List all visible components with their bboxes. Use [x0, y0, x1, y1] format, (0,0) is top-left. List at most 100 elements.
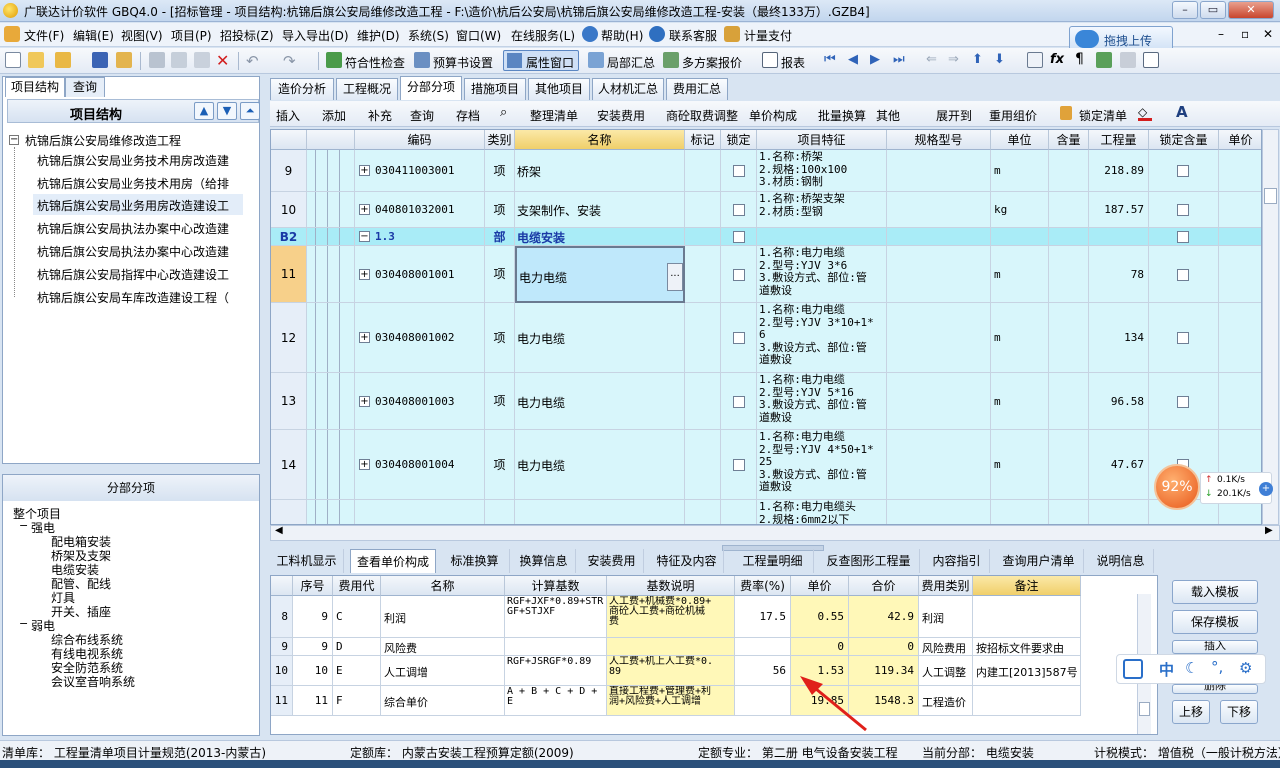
- table-row[interactable]: 12 +030408001002 项电力电缆 1.名称:电力电缆 2.型号:YJV 3*…: [271, 303, 1261, 373]
- composition-header-cell[interactable]: 费用代号: [333, 576, 381, 613]
- row-number[interactable]: 12: [271, 303, 307, 373]
- tree-item-unit-selected[interactable]: 杭锦后旗公安局业务用房改造建设工: [37, 197, 229, 214]
- grid-cell[interactable]: [721, 500, 757, 524]
- grid-cell[interactable]: −1.3: [355, 228, 485, 246]
- lock-composite-checkbox[interactable]: [733, 204, 745, 216]
- grid-cell[interactable]: [307, 373, 355, 430]
- grid-cell[interactable]: 电缆安装: [515, 228, 685, 246]
- list-icon[interactable]: [1143, 52, 1159, 68]
- add-menu[interactable]: 添加: [322, 107, 346, 124]
- division-item[interactable]: 开关、插座: [51, 603, 111, 620]
- move-down-icon[interactable]: ⬇: [994, 52, 1005, 67]
- report-button[interactable]: 报表: [781, 54, 805, 71]
- paragraph-icon[interactable]: ¶: [1075, 51, 1084, 67]
- composition-header-cell[interactable]: [271, 576, 293, 596]
- grid-cell[interactable]: 1.名称:桥架 2.规格:100x100 3.材质:钢制: [757, 150, 887, 192]
- grid-header-cell[interactable]: 工程量: [1089, 130, 1149, 150]
- lock-content-checkbox[interactable]: [1177, 395, 1189, 408]
- menu-system[interactable]: 系统(S): [408, 27, 449, 44]
- expand-icon[interactable]: +: [359, 268, 370, 280]
- scroll-thumb[interactable]: [1264, 188, 1277, 204]
- grid-cell[interactable]: +030408001002: [355, 303, 485, 373]
- install-fee-menu[interactable]: 安装费用: [597, 107, 645, 124]
- grid-cell[interactable]: [1049, 228, 1089, 246]
- other-menu[interactable]: 其他: [876, 107, 900, 124]
- app-menu-icon[interactable]: [4, 26, 20, 42]
- green-cube-icon[interactable]: [1096, 52, 1112, 68]
- composition-cell[interactable]: [735, 638, 791, 656]
- grid-cell[interactable]: [721, 192, 757, 228]
- grid-cell[interactable]: [887, 246, 991, 303]
- composition-cell[interactable]: [735, 686, 791, 716]
- lock-content-checkbox[interactable]: [1177, 332, 1189, 344]
- expand-icon[interactable]: +: [359, 459, 370, 470]
- load-template-button[interactable]: 载入模板: [1172, 580, 1258, 604]
- menu-help[interactable]: 帮助(H): [601, 27, 643, 44]
- menu-view[interactable]: 视图(V): [121, 27, 163, 44]
- grid-cell[interactable]: m: [991, 373, 1049, 430]
- grid-cell[interactable]: [1089, 228, 1149, 246]
- grid-cell[interactable]: [887, 373, 991, 430]
- item-type[interactable]: 项: [485, 246, 515, 303]
- grid-cell[interactable]: [887, 192, 991, 228]
- tree-collapse-icon[interactable]: −: [19, 519, 28, 532]
- grid-header-cell[interactable]: [307, 130, 355, 150]
- division-item[interactable]: 会议室音响系统: [51, 673, 135, 690]
- table-row[interactable]: 1.名称:电力电缆头 2.规格:6mm2以下: [271, 500, 1261, 524]
- grid-cell[interactable]: [307, 228, 355, 246]
- grid-cell[interactable]: 电力电缆: [515, 430, 685, 500]
- grid-cell[interactable]: 支架制作、安装: [515, 192, 685, 228]
- grid-cell[interactable]: [721, 150, 757, 192]
- grid-cell[interactable]: [307, 192, 355, 228]
- grid-header-cell[interactable]: 锁定综: [721, 130, 757, 167]
- grid-cell[interactable]: [1219, 373, 1261, 430]
- tab-fee-summary[interactable]: 费用汇总: [666, 78, 728, 100]
- composition-cell[interactable]: 56: [735, 656, 791, 686]
- grid-cell[interactable]: [887, 303, 991, 373]
- grid-cell[interactable]: [1089, 500, 1149, 524]
- tab-standard-convert[interactable]: 标准换算: [440, 549, 510, 573]
- tree-root-project[interactable]: 杭锦后旗公安局维修改造工程: [25, 132, 181, 149]
- menu-maintain[interactable]: 维护(D): [357, 27, 400, 44]
- tab-labor-machine-display[interactable]: 工料机显示: [270, 549, 344, 573]
- delete-row-button[interactable]: 删除: [1172, 684, 1258, 694]
- composition-header-cell[interactable]: 计算基数: [505, 576, 607, 596]
- scroll-left-icon[interactable]: ◀: [275, 525, 283, 536]
- tree-item-unit[interactable]: 杭锦后旗公安局业务技术用房改造建: [37, 152, 229, 169]
- grid-cell[interactable]: 电力电缆: [515, 373, 685, 430]
- grid-cell[interactable]: [685, 228, 721, 246]
- table-row[interactable]: 14 +030408001004 项电力电缆 1.名称:电力电缆 2.型号:YJV 4*…: [271, 430, 1261, 500]
- composition-header-cell[interactable]: 基数说明: [607, 576, 735, 596]
- composition-cell[interactable]: 内建工[2013]587号: [973, 656, 1081, 686]
- lock-composite-checkbox[interactable]: [733, 268, 745, 281]
- grid-cell[interactable]: [307, 150, 355, 192]
- grid-header-cell[interactable]: 锁定含量: [1149, 130, 1219, 150]
- grid-header-cell[interactable]: 项目特征: [757, 130, 887, 150]
- minimize-button[interactable]: –: [1172, 1, 1198, 19]
- grid-cell[interactable]: [685, 246, 721, 303]
- paste-icon[interactable]: [194, 52, 210, 68]
- grid-cell[interactable]: +030408001003: [355, 373, 485, 430]
- grid-cell[interactable]: [721, 430, 757, 500]
- grid-header-cell[interactable]: 编码: [355, 130, 485, 150]
- move-up-icon[interactable]: ⬆: [972, 52, 983, 67]
- composition-header-cell[interactable]: 序号: [293, 576, 333, 596]
- tree-item-unit[interactable]: 杭锦后旗公安局执法办案中心改造建: [37, 243, 229, 260]
- row-number[interactable]: [271, 500, 307, 524]
- grid-cell[interactable]: +030408001004: [355, 430, 485, 500]
- tab-project-overview[interactable]: 工程概况: [336, 78, 398, 100]
- tab-query[interactable]: 查询: [65, 77, 105, 97]
- tree-collapse-icon[interactable]: −: [9, 135, 19, 145]
- lock-content-checkbox[interactable]: [1177, 204, 1189, 216]
- grid-cell[interactable]: kg: [991, 192, 1049, 228]
- grid-cell[interactable]: 218.89: [1089, 150, 1149, 192]
- composition-cell[interactable]: A + B + C + D + E: [505, 686, 607, 716]
- grid-cell[interactable]: [1049, 150, 1089, 192]
- lock-composite-checkbox[interactable]: [733, 459, 745, 471]
- grid-cell[interactable]: [1049, 430, 1089, 500]
- item-type[interactable]: 项: [485, 430, 515, 500]
- tree-item-unit[interactable]: 杭锦后旗公安局业务技术用房（给排: [37, 175, 229, 192]
- grid-cell[interactable]: [1219, 246, 1261, 303]
- supplement-menu[interactable]: 补充: [368, 107, 392, 124]
- grid-cell[interactable]: 187.57: [1089, 192, 1149, 228]
